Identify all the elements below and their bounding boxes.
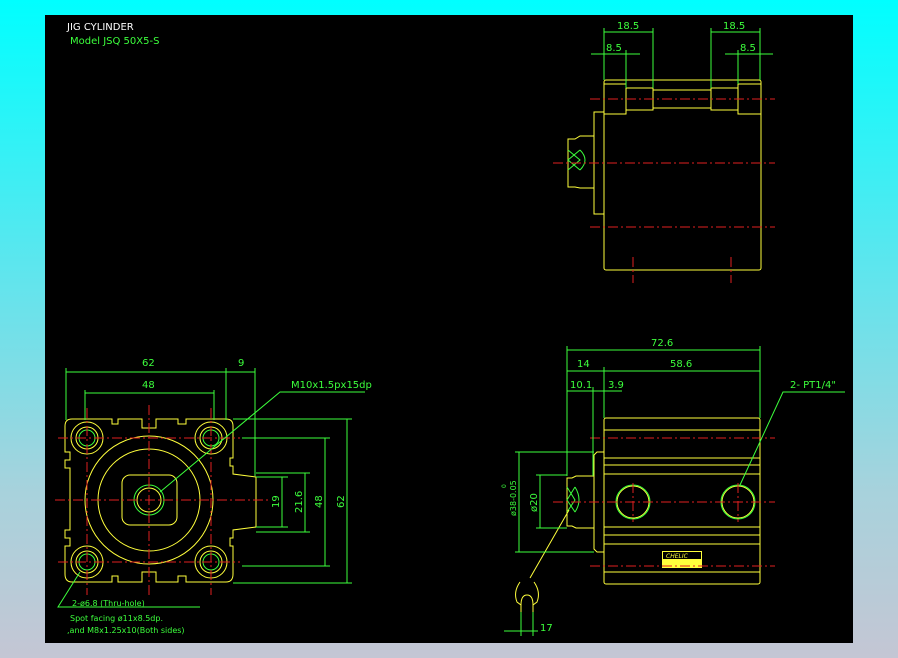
dim-dia-20: ø20 xyxy=(529,493,540,512)
dim-dia-38-tolerance: 0 xyxy=(501,484,508,488)
dim-8-5-left: 8.5 xyxy=(606,43,622,54)
dim-58-6: 58.6 xyxy=(670,359,692,370)
hole-note: 2-ø6.8 (Thru-hole) xyxy=(72,599,145,608)
top-rod xyxy=(567,135,594,189)
dim-48-pitch: 48 xyxy=(142,380,155,391)
dim-10-1: 10.1 xyxy=(570,380,592,391)
dim-18-5-left: 18.5 xyxy=(617,21,639,32)
dim-9: 9 xyxy=(238,358,244,369)
dim-8-5-right: 8.5 xyxy=(740,43,756,54)
dim-18-5-right: 18.5 xyxy=(723,21,745,32)
top-view: 18.5 18.5 8.5 8.5 xyxy=(553,21,775,283)
dim-dia-38: ø38-0.05 xyxy=(509,480,518,516)
spot-facing-note: Spot facing ø11x8.5dp. xyxy=(70,614,163,623)
dim-19: 19 xyxy=(271,495,282,508)
top-dimension-lines xyxy=(591,28,773,88)
dim-14: 14 xyxy=(577,359,590,370)
dim-3-9: 3.9 xyxy=(608,380,624,391)
side-centerlines xyxy=(553,437,775,567)
model-label: Model JSQ 50X5-S xyxy=(70,36,159,47)
thread-both-sides-note: ,and M8x1.25x10(Both sides) xyxy=(67,626,185,635)
dim-72-6: 72.6 xyxy=(651,338,673,349)
centerlines xyxy=(55,405,270,595)
body-grooves xyxy=(604,429,760,573)
dim-62-width: 62 xyxy=(142,358,155,369)
dim-48-height: 48 xyxy=(314,495,325,508)
dim-21-6: 21.6 xyxy=(294,491,305,513)
thread-note: M10x1.5px15dp xyxy=(291,380,372,391)
front-view: 62 9 48 19 21.6 48 62 M10x1.5px15dp 2-ø6… xyxy=(55,358,372,635)
top-centerlines xyxy=(553,98,775,283)
side-view: CHELIC 72.6 14 58.6 10.1 3.9 ø38-0.05 0 … xyxy=(501,338,845,636)
dim-17: 17 xyxy=(540,623,553,634)
dim-62-height: 62 xyxy=(336,495,347,508)
drawing: JIG CYLINDER Model JSQ 50X5-S 62 9 48 19… xyxy=(55,21,845,636)
cad-drawing-canvas[interactable]: JIG CYLINDER Model JSQ 50X5-S 62 9 48 19… xyxy=(45,15,853,643)
hook-wrench xyxy=(515,581,539,612)
name-plate-label: CHELIC xyxy=(666,553,689,560)
drawing-title: JIG CYLINDER xyxy=(66,22,134,33)
port-note: 2- PT1/4" xyxy=(790,380,836,391)
